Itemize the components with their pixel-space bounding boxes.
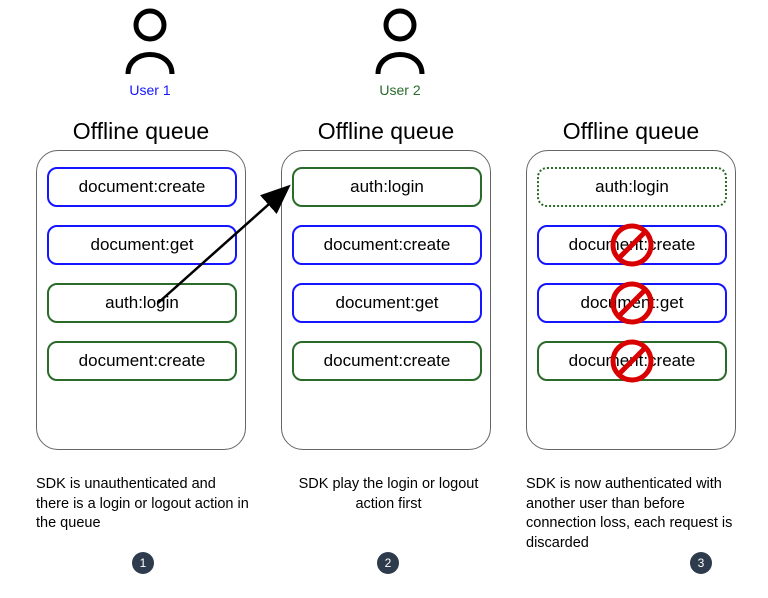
queue-item: document:create [537,225,727,265]
queue-item: document:get [537,283,727,323]
queue-item: auth:login [537,167,727,207]
queue-item: document:get [292,283,482,323]
step-badge: 2 [377,552,399,574]
queue-item: document:get [47,225,237,265]
queue-item: document:create [47,167,237,207]
caption-3: SDK is now authenticated with another us… [526,475,741,553]
queue-panel-3: auth:login document:create document:get … [526,150,736,450]
queue-item: document:create [537,341,727,381]
step-badge: 3 [690,552,712,574]
queue-item: auth:login [47,283,237,323]
queue-item-label: document:create [569,235,696,255]
queue-item: document:create [292,341,482,381]
queue-item-label: document:create [569,351,696,371]
user-icon [120,8,180,78]
caption-1: SDK is unauthenticated and there is a lo… [36,475,251,534]
col3-title: Offline queue [526,118,736,145]
step-badge: 1 [132,552,154,574]
col2-title: Offline queue [281,118,491,145]
col1-title: Offline queue [36,118,246,145]
user1-label: User 1 [120,82,180,98]
user-icon [370,8,430,78]
user2-label: User 2 [370,82,430,98]
queue-panel-2: auth:login document:create document:get … [281,150,491,450]
queue-item: auth:login [292,167,482,207]
queue-item-label: document:get [580,293,683,313]
caption-2: SDK play the login or logout action firs… [281,475,496,514]
queue-panel-1: document:create document:get auth:login … [36,150,246,450]
queue-item: document:create [292,225,482,265]
queue-item: document:create [47,341,237,381]
